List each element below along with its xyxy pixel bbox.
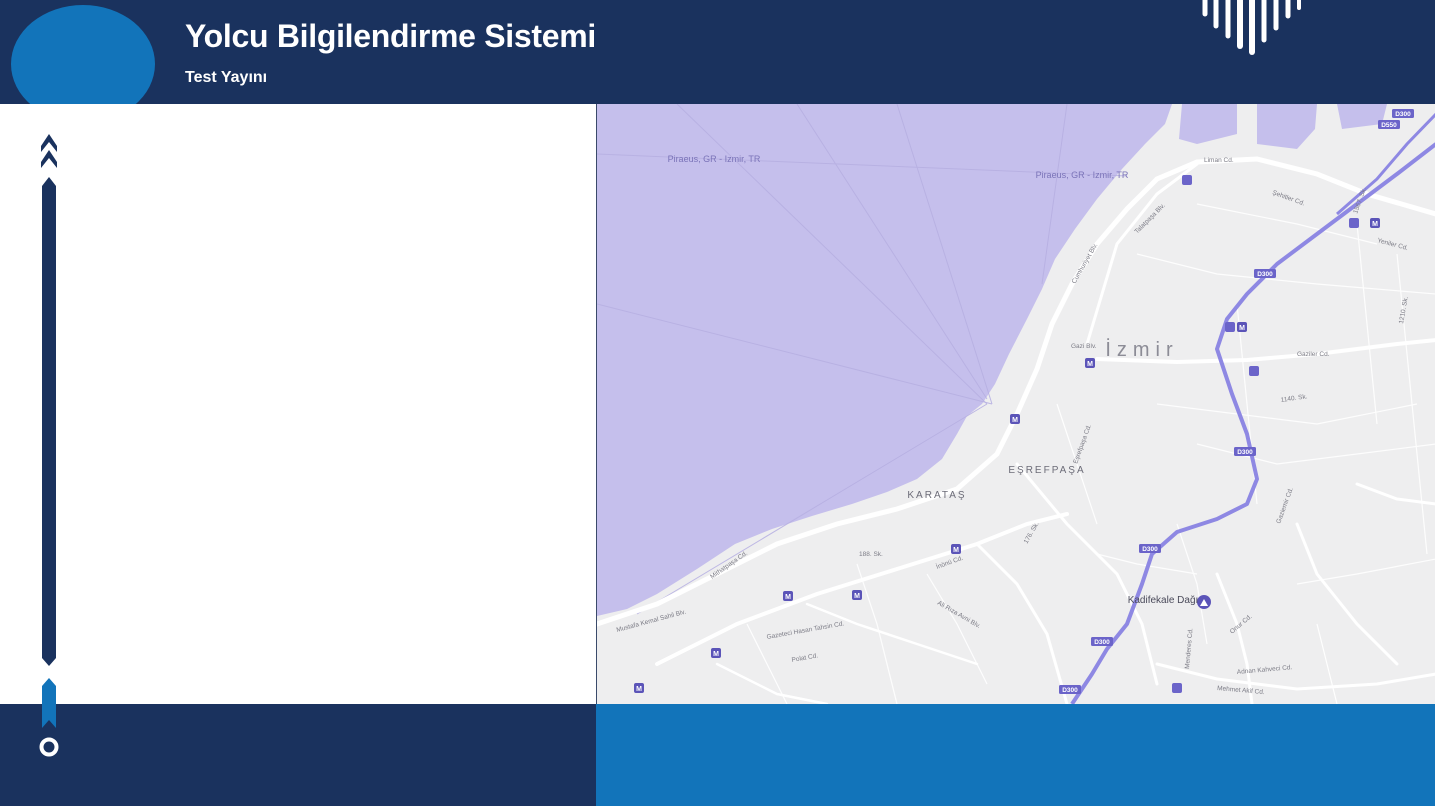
road-shield-label: D300	[1257, 271, 1273, 278]
svg-text:Gazi Blv.: Gazi Blv.	[1071, 343, 1097, 350]
circle-ring-icon	[39, 737, 59, 757]
map-city-label: İzmir	[1105, 338, 1178, 361]
road-shield-label: D300	[1094, 639, 1110, 646]
svg-text:M: M	[1239, 325, 1245, 332]
ferry-route-label: Piraeus, GR - Izmir, TR	[1036, 170, 1129, 180]
footer-right-panel	[596, 704, 1435, 806]
map-district-label: KARATAŞ	[907, 490, 966, 501]
svg-text:Gaziler Cd.: Gaziler Cd.	[1297, 351, 1330, 358]
ferry-route-label: Piraeus, GR - Izmir, TR	[668, 154, 761, 164]
svg-text:188. Sk.: 188. Sk.	[859, 551, 883, 558]
svg-text:M: M	[1087, 361, 1093, 368]
stop-list-panel	[0, 104, 596, 704]
barcode-lines-icon	[1202, 0, 1301, 55]
map-view[interactable]: D300 D300 D300 D300 D300 D550 D300 M M M M…	[596, 104, 1435, 704]
footer-left-panel	[0, 704, 596, 806]
double-chevron-up-icon	[41, 134, 57, 168]
map-canvas: D300 D300 D300 D300 D300 D550 D300 M M M M…	[597, 104, 1435, 704]
page-subtitle: Test Yayını	[185, 69, 268, 86]
map-pin-icon	[1197, 595, 1211, 609]
route-progress-line	[39, 134, 59, 757]
road-shield-label: D300	[1237, 449, 1253, 456]
road-shield-label: D550	[1381, 122, 1397, 129]
svg-text:M: M	[953, 547, 959, 554]
svg-text:M: M	[1372, 221, 1378, 228]
svg-text:Liman Cd.: Liman Cd.	[1204, 157, 1234, 164]
svg-text:M: M	[785, 594, 791, 601]
road-shield-label: D300	[1142, 546, 1158, 553]
road-shield-label: D300	[1062, 687, 1078, 694]
svg-text:M: M	[854, 593, 860, 600]
svg-text:M: M	[713, 651, 719, 658]
svg-text:M: M	[636, 686, 642, 693]
svg-text:M: M	[1012, 417, 1018, 424]
page-title: Yolcu Bilgilendirme Sistemi	[185, 18, 596, 54]
map-district-label: EŞREFPAŞA	[1008, 465, 1085, 476]
map-place-label: Kadifekale Dağı	[1128, 595, 1199, 606]
road-shield-label: D300	[1395, 111, 1411, 118]
